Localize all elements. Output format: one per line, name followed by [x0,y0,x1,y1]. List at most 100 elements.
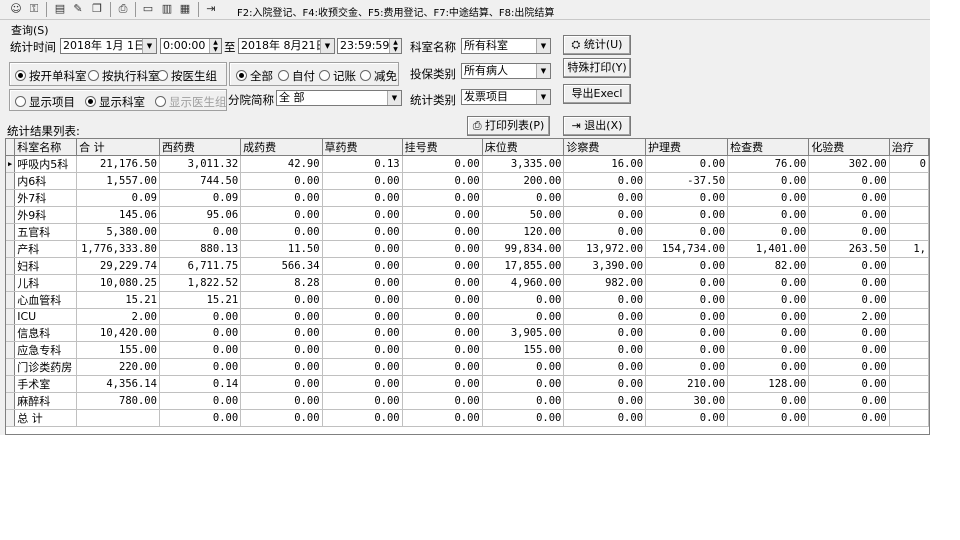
column-header[interactable]: 治疗 [889,139,929,156]
dept-name-cell: 呼吸内5科 [14,155,78,173]
dept-name-select[interactable]: 所有科室 ▼ [461,38,551,54]
print-list-button[interactable]: ⎙ 打印列表(P) [467,116,550,136]
radio-label: 减免 [374,69,397,83]
radio-account[interactable]: 记账 [319,68,356,84]
column-header[interactable]: 科室名称 [14,139,78,156]
amount-cell: 0.00 [402,324,483,342]
table-row[interactable]: 内6科 1,557.00 744.50 0.00 0.00 0.00 200.00 0.00-… [6,172,929,190]
amount-cell [889,324,929,342]
column-header[interactable]: 检查费 [727,139,810,156]
end-date-value: 2018年 8月21日 [241,39,327,52]
column-header[interactable]: 草药费 [322,139,403,156]
table-row[interactable]: ICU 2.00 0.00 0.00 0.00 0.00 0.00 0.00 0.00 0.00 2… [6,308,929,325]
chevron-down-icon[interactable]: ▼ [142,39,156,53]
chevron-down-icon[interactable]: ▼ [536,64,550,78]
table-row[interactable]: 心血管科 15.21 15.21 0.00 0.00 0.00 0.00 0.00 0.00 0.… [6,291,929,309]
radio-label: 按开单科室 [29,69,87,83]
table-row[interactable]: 信息科 10,420.00 0.00 0.00 0.00 0.00 3,905.00 0.00… [6,324,929,342]
column-header[interactable]: 合 计 [76,139,160,156]
stat-type-select[interactable]: 发票项目 ▼ [461,89,551,105]
export-label: 导出Execl [571,87,623,100]
chevron-down-icon[interactable]: ▼ [536,39,550,53]
column-header[interactable]: 西药费 [159,139,242,156]
exit-icon[interactable]: ⇥ [204,2,218,16]
radio-doctor-group[interactable]: 按医生组 [157,68,217,84]
card-icon[interactable]: ▭ [141,2,155,16]
radio-waive[interactable]: 减免 [360,68,397,84]
amount-cell: 0.00 [322,324,403,342]
key-icon[interactable]: ⚿ [27,2,41,16]
chevron-down-icon[interactable]: ▼ [387,91,401,105]
radio-show-dept[interactable]: 显示科室 [85,94,145,110]
table-row[interactable]: 手术室 4,356.14 0.14 0.00 0.00 0.00 0.00 0.00 210.0… [6,375,929,393]
spinner-arrows-icon[interactable]: ▲ ▼ [389,39,401,53]
edit-icon[interactable]: ✎ [71,2,85,16]
insurance-select[interactable]: 所有病人 ▼ [461,63,551,79]
exit-button[interactable]: ⇥ 退出(X) [563,116,631,136]
table-row[interactable]: 麻醉科 780.00 0.00 0.00 0.00 0.00 0.00 0.00 30.00 0.… [6,392,929,410]
radio-open-dept[interactable]: 按开单科室 [15,68,87,84]
printer-icon[interactable]: ⎙ [116,2,130,16]
users-icon[interactable]: ☺ [9,2,23,16]
end-date-picker[interactable]: 2018年 8月21日 ▼ [238,38,335,54]
column-header[interactable]: 床位费 [482,139,565,156]
radio-exec-dept[interactable]: 按执行科室 [88,68,160,84]
start-time-spinner[interactable]: 0:00:00 ▲ ▼ [160,38,222,54]
row-indicator [6,409,16,427]
amount-cell: 0.00 [808,358,890,376]
table-row[interactable]: 妇科 29,229.74 6,711.75 566.34 0.00 0.00 17,855.… [6,257,929,275]
table-row[interactable]: 总 计 0.00 0.00 0.00 0.00 0.00 0.00 0.00 0.00 0.00 [6,409,929,427]
amount-cell: 0.00 [808,375,890,393]
amount-cell: 0.00 [727,409,810,427]
amount-cell: 0.00 [482,392,565,410]
amount-cell: 0.00 [240,291,323,309]
amount-cell: 0.00 [240,206,323,224]
radio-self[interactable]: 自付 [278,68,315,84]
column-header[interactable]: 诊察费 [563,139,647,156]
amount-cell: 3,390.00 [563,257,647,275]
radio-show-items[interactable]: 显示项目 [15,94,75,110]
report-icon[interactable]: ▥ [160,2,174,16]
amount-cell: 155.00 [76,341,160,359]
column-header[interactable]: 化验费 [808,139,890,156]
table-row[interactable]: 儿科 10,080.25 1,822.52 8.28 0.00 0.00 4,960.00 9… [6,274,929,292]
spinner-arrows-icon[interactable]: ▲ ▼ [209,39,221,53]
chevron-down-icon[interactable]: ▼ [536,90,550,104]
radio-all[interactable]: 全部 [236,68,273,84]
start-date-value: 2018年 1月 1日 [63,39,145,52]
copy-icon[interactable]: ❐ [90,2,104,16]
table-row[interactable]: 产科 1,776,333.80 880.13 11.50 0.00 0.00 99,834.… [6,240,929,258]
table-row[interactable]: 外9科 145.06 95.06 0.00 0.00 0.00 50.00 0.00 0.00 0… [6,206,929,224]
column-header[interactable]: 成药费 [240,139,323,156]
table-row[interactable]: 五官科 5,380.00 0.00 0.00 0.00 0.00 120.00 0.00 0.0… [6,223,929,241]
export-excel-button[interactable]: 导出Execl [563,84,631,104]
special-print-button[interactable]: 特殊打印(Y) [563,58,631,78]
table-row[interactable]: 门诊类药房 220.00 0.00 0.00 0.00 0.00 0.00 0.00 0.00 0… [6,358,929,376]
radio-label: 自付 [292,69,315,83]
start-date-picker[interactable]: 2018年 1月 1日 ▼ [60,38,157,54]
result-grid[interactable]: 科室名称合 计西药费 成药费 草药费 挂号费 床位费 诊察费 护理费 检查费 化验费 治疗 ▶ 呼吸… [5,138,930,435]
table-row[interactable]: ▶ 呼吸内5科 21,176.50 3,011.32 42.90 0.13 0.00 3,33… [6,155,929,173]
amount-cell: 263.50 [808,240,890,258]
dept-name-cell: 内6科 [14,172,78,190]
stat-button[interactable]: ⛭ 统计(U) [563,35,631,55]
chevron-down-icon[interactable]: ▼ [320,39,334,53]
table-row[interactable]: 应急专科 155.00 0.00 0.00 0.00 0.00 155.00 0.00 0.00… [6,341,929,359]
end-time-spinner[interactable]: 23:59:59 ▲ ▼ [337,38,402,54]
amount-cell: 1,776,333.80 [76,240,160,258]
column-header[interactable]: 挂号费 [402,139,483,156]
amount-cell: 0.00 [808,223,890,241]
column-header[interactable]: 护理费 [645,139,729,156]
document-icon[interactable]: ▤ [53,2,67,16]
table-row[interactable]: 外7科 0.09 0.09 0.00 0.00 0.00 0.00 0.00 0.00 0.00 0… [6,189,929,207]
amount-cell [889,189,929,207]
amount-cell: 0.00 [808,189,890,207]
amount-cell: 0.00 [159,392,242,410]
chart-icon[interactable]: ▦ [178,2,192,16]
amount-cell: 0.00 [159,358,242,376]
toolbar-separator [135,2,136,17]
amount-cell: 0.00 [402,172,483,190]
radio-dot [85,96,96,107]
branch-select[interactable]: 全 部 ▼ [276,90,402,106]
fee-statistics-window: ☺ ⚿ ▤ ✎ ❐ ⎙ ▭ ▥ ▦ ⇥ F2:入院登记、F4:收预交金、F5:费… [0,0,930,435]
